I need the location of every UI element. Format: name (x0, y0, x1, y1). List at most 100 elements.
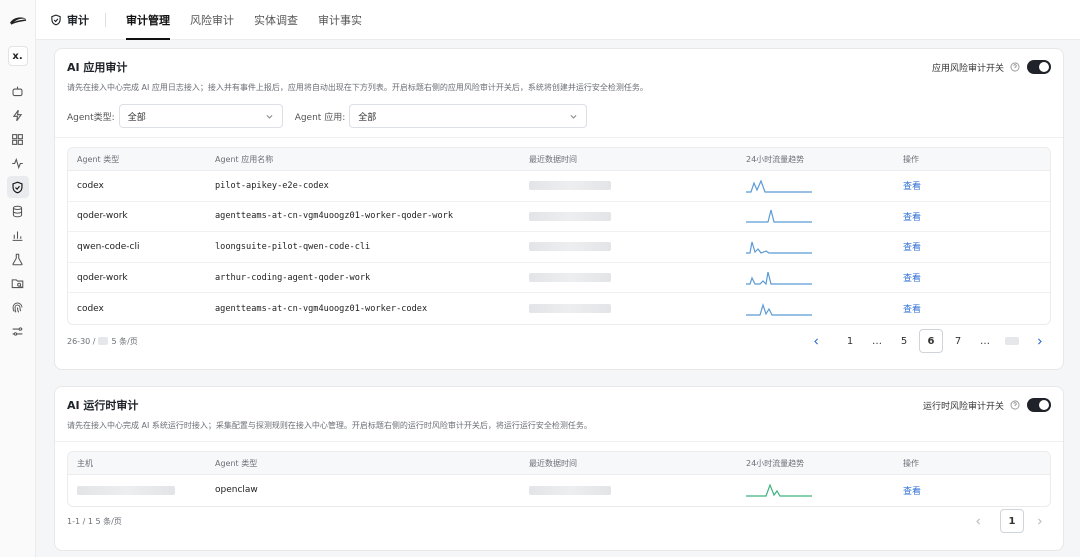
agent-type-cell: codex (77, 303, 104, 314)
sparkline (746, 241, 812, 254)
sidebar: x. (0, 0, 36, 557)
table-row[interactable]: codex agentteams-at-cn-vgm4uoogz01-worke… (68, 293, 1050, 324)
page-1-button[interactable]: 1 (838, 329, 862, 353)
brand-logo-icon[interactable] (8, 14, 28, 28)
folder-search-icon[interactable] (7, 272, 29, 294)
help-icon[interactable] (1010, 400, 1020, 410)
column-header[interactable]: Agent 类型 (206, 458, 520, 469)
tab-bar: 审计管理 风险审计 实体调查 审计事实 (116, 0, 372, 40)
fingerprint-icon[interactable] (7, 296, 29, 318)
table-row[interactable]: qwen-code-cli loongsuite-pilot-qwen-code… (68, 232, 1050, 263)
column-header[interactable]: 最近数据时间 (520, 458, 737, 469)
workspace-avatar[interactable]: x. (7, 46, 28, 66)
divider (55, 137, 1063, 138)
table-row[interactable]: openclaw 查看 (68, 475, 1050, 506)
chevron-right-icon (1037, 337, 1042, 345)
last-page-button[interactable] (1000, 329, 1024, 353)
database-icon[interactable] (7, 200, 29, 222)
runtime-audit-description: 请先在接入中心完成 AI 系统运行时接入；采集配置与探测规则在接入中心管理。开启… (67, 421, 592, 430)
page-ellipsis[interactable]: … (973, 329, 997, 353)
column-header[interactable]: 24小时流量趋势 (737, 458, 894, 469)
tab-audit-facts[interactable]: 审计事实 (308, 0, 372, 40)
table-row[interactable]: qoder-work agentteams-at-cn-vgm4uoogz01-… (68, 202, 1050, 233)
flask-icon[interactable] (7, 248, 29, 270)
column-header[interactable]: 24小时流量趋势 (737, 154, 894, 165)
activity-icon[interactable] (7, 152, 29, 174)
table-row[interactable]: codex pilot-apikey-e2e-codex 查看 (68, 171, 1050, 202)
column-header[interactable]: 操作 (894, 154, 1050, 165)
chevron-left-icon (813, 337, 818, 345)
agent-app-select-value: 全部 (358, 112, 377, 123)
agent-app-filter-label: Agent 应用: (294, 112, 346, 123)
traffic-trend-cell (737, 481, 894, 499)
tab-risk-audit[interactable]: 风险审计 (180, 0, 244, 40)
runtime-audit-toggle[interactable] (1027, 398, 1051, 412)
traffic-trend-cell (737, 177, 894, 195)
page-1-button[interactable]: 1 (1000, 509, 1024, 533)
bar-chart-icon[interactable] (7, 224, 29, 246)
app-audit-switch-label: 应用风险审计开关 (931, 63, 1004, 74)
next-page-button[interactable] (1027, 329, 1051, 353)
last-data-time-cell (520, 304, 737, 314)
redacted-value (1005, 337, 1019, 345)
prev-page-button[interactable] (804, 329, 828, 353)
redacted-value (529, 242, 611, 252)
agent-type-select-value: 全部 (127, 112, 146, 123)
tab-audit-management[interactable]: 审计管理 (116, 0, 180, 40)
agent-name-cell: arthur-coding-agent-qoder-work (215, 272, 371, 283)
sparkline (746, 210, 812, 223)
sparkline (746, 179, 812, 193)
view-link[interactable]: 查看 (903, 487, 921, 497)
page-6-button[interactable]: 6 (919, 329, 943, 353)
runtime-audit-switch-label: 运行时风险审计开关 (922, 401, 1004, 412)
table-row[interactable]: qoder-work arthur-coding-agent-qoder-wor… (68, 263, 1050, 294)
page-5-button[interactable]: 5 (892, 329, 916, 353)
agent-app-select[interactable]: 全部 (349, 104, 588, 128)
redacted-value (529, 273, 611, 283)
help-icon[interactable] (1010, 62, 1020, 72)
total-range: 26-30 / (67, 336, 96, 346)
page-7-button[interactable]: 7 (946, 329, 970, 353)
chevron-down-icon (266, 114, 273, 119)
pagination-total: 1-1 / 1 5 条/页 (67, 516, 122, 526)
tab-entity-investigation[interactable]: 实体调查 (244, 0, 308, 40)
chevron-down-icon (570, 114, 577, 119)
column-header[interactable]: Agent 类型 (68, 154, 206, 165)
agent-type-select[interactable]: 全部 (118, 104, 283, 128)
shield-check-icon[interactable] (6, 176, 29, 198)
prev-page-button[interactable] (966, 509, 990, 533)
view-link[interactable]: 查看 (903, 182, 921, 192)
divider (55, 441, 1063, 442)
column-header[interactable]: 操作 (894, 458, 1050, 469)
agent-type-filter-label: Agent类型: (67, 112, 115, 123)
agent-type-cell: codex (77, 180, 104, 191)
agent-name-cell: loongsuite-pilot-qwen-code-cli (215, 241, 371, 252)
view-link[interactable]: 查看 (903, 305, 921, 315)
agent-type-cell: qoder-work (77, 211, 128, 222)
app-audit-table: Agent 类型 Agent 应用名称 最近数据时间 24小时流量趋势 操作 c… (67, 147, 1051, 325)
column-header[interactable]: 最近数据时间 (520, 154, 737, 165)
last-data-time-cell (520, 485, 737, 495)
sliders-icon[interactable] (7, 320, 29, 342)
sparkline (746, 483, 812, 497)
app-audit-toggle[interactable] (1027, 60, 1051, 74)
page-ellipsis[interactable]: … (865, 329, 889, 353)
next-page-button[interactable] (1027, 509, 1051, 533)
view-link[interactable]: 查看 (903, 274, 921, 284)
module-label: 审计 (67, 13, 89, 27)
column-header[interactable]: Agent 应用名称 (206, 154, 520, 165)
lightning-icon[interactable] (7, 104, 29, 126)
view-link[interactable]: 查看 (903, 243, 921, 253)
agent-type-cell: qoder-work (77, 272, 128, 283)
sparkline (746, 302, 812, 316)
grid-icon[interactable] (7, 128, 29, 150)
app-audit-card: AI 应用审计 应用风险审计开关 请先在接入中心完成 AI 应用日志接入；接入并… (54, 48, 1064, 370)
agent-type-cell: qwen-code-cli (77, 241, 140, 252)
agent-type-cell: openclaw (215, 485, 258, 496)
robot-icon[interactable] (7, 80, 29, 102)
column-header[interactable]: 主机 (68, 458, 206, 469)
runtime-audit-table: 主机 Agent 类型 最近数据时间 24小时流量趋势 操作 openclaw … (67, 451, 1051, 507)
module-title: 审计 (50, 12, 89, 28)
chevron-left-icon (975, 517, 980, 525)
view-link[interactable]: 查看 (903, 213, 921, 223)
